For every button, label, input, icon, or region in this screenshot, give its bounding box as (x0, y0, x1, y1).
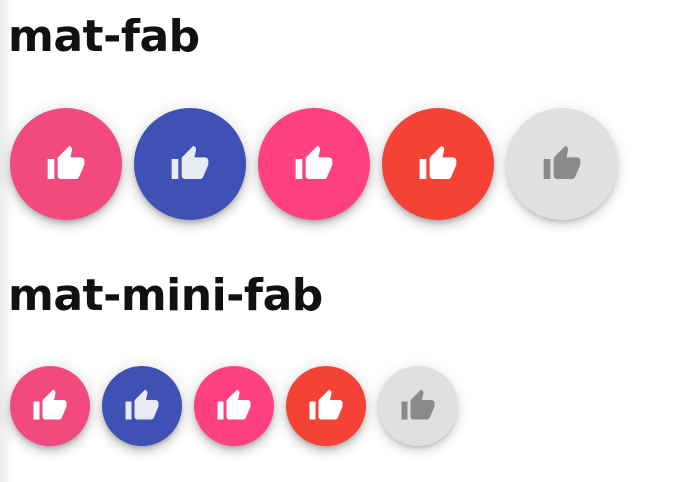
section-title-fab: mat-fab (8, 11, 200, 62)
thumb-up-icon (171, 145, 209, 179)
mini-fab-warn-button[interactable] (286, 366, 366, 446)
thumb-up-icon (543, 145, 581, 179)
mini-fab-primary-button[interactable] (102, 366, 182, 446)
fab-primary-button[interactable] (134, 108, 246, 220)
thumb-up-icon (419, 145, 457, 179)
fab-warn-button[interactable] (382, 108, 494, 220)
thumb-up-icon (217, 389, 251, 420)
mini-fab-button-row (10, 366, 458, 446)
fab-accent-button[interactable] (258, 108, 370, 220)
thumb-up-icon (47, 145, 85, 179)
thumb-up-icon (309, 389, 343, 420)
thumb-up-icon (401, 389, 435, 420)
mini-fab-disabled-button (378, 366, 458, 446)
mini-fab-basic-button[interactable] (10, 366, 90, 446)
fab-disabled-button (506, 108, 618, 220)
section-title-mini-fab: mat-mini-fab (8, 270, 323, 321)
thumb-up-icon (33, 389, 67, 420)
thumb-up-icon (125, 389, 159, 420)
fab-button-row (10, 108, 618, 220)
fab-basic-button[interactable] (10, 108, 122, 220)
thumb-up-icon (295, 145, 333, 179)
mini-fab-accent-button[interactable] (194, 366, 274, 446)
